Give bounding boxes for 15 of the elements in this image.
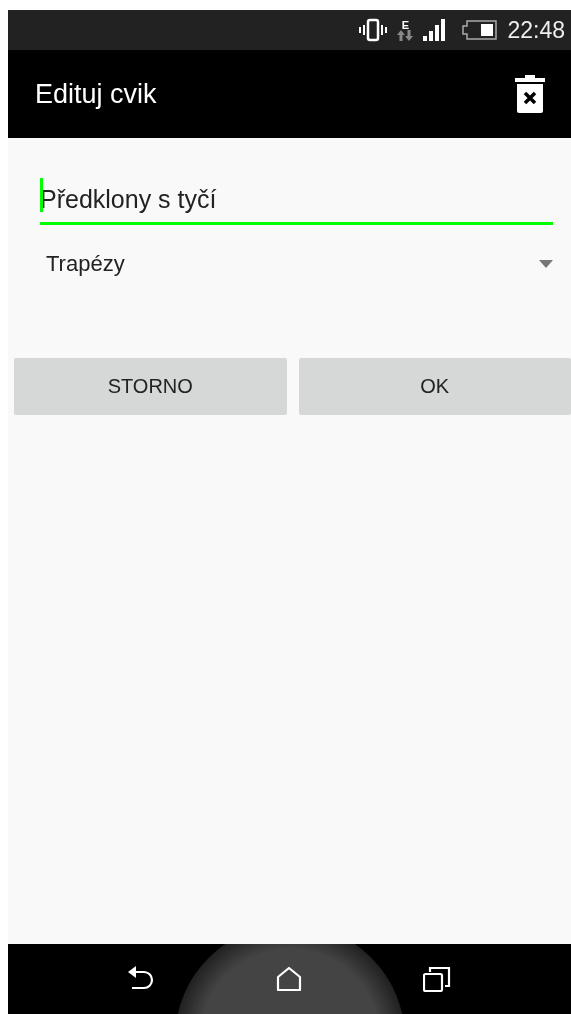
delete-icon[interactable] [515,75,545,113]
category-dropdown[interactable]: Trapézy [46,239,553,289]
cancel-button[interactable]: STORNO [14,358,287,415]
dropdown-arrow-icon [539,260,553,268]
home-icon[interactable] [276,966,303,992]
clock: 22:48 [507,16,565,44]
ok-button[interactable]: OK [298,358,571,415]
exercise-name-field[interactable]: Předklony s tyčí [40,176,553,225]
text-cursor [40,178,43,212]
network-type-label: E [401,19,410,30]
battery-icon [461,20,498,40]
recent-apps-icon[interactable] [422,966,451,992]
screen-title: Edituj cvik [35,78,157,110]
data-arrows-icon [397,29,414,41]
vibrate-icon [359,18,388,42]
